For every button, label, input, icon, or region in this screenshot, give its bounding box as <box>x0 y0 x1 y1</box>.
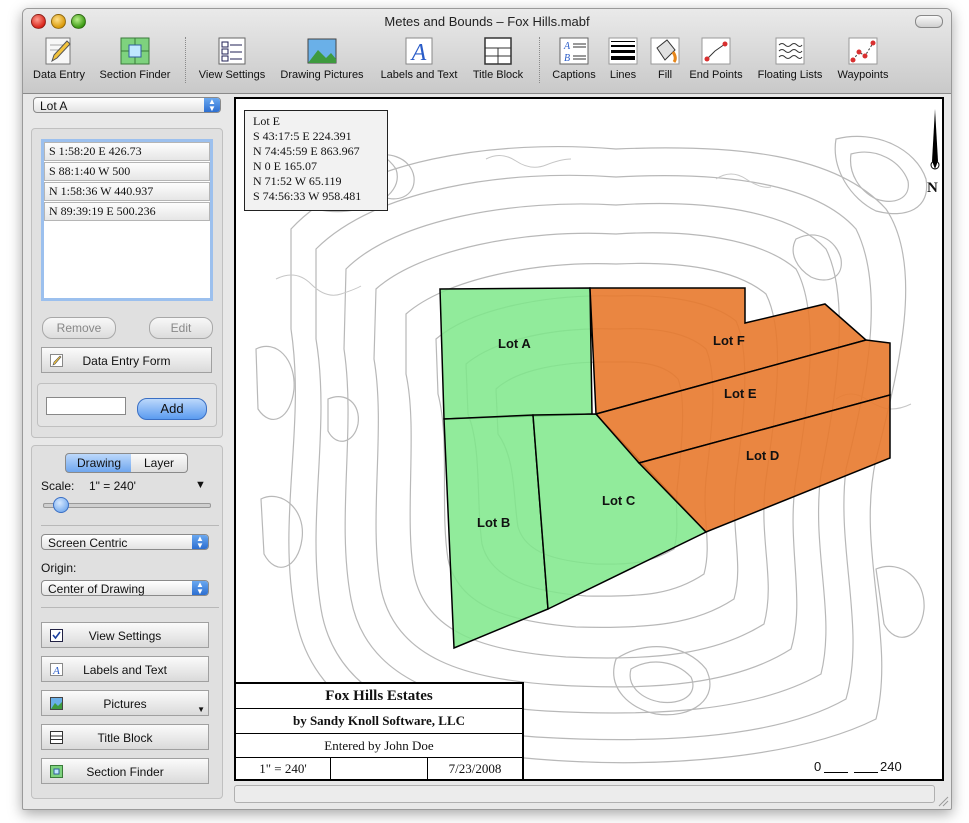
svg-text:A: A <box>410 40 427 66</box>
toolbar-view-settings-button[interactable]: View Settings <box>195 36 269 86</box>
divider <box>41 525 219 526</box>
app-window: Metes and Bounds – Fox Hills.mabf Data E… <box>22 8 952 810</box>
drawing-canvas[interactable]: Lot E S 43:17:5 E 224.391 N 74:45:59 E 8… <box>234 97 944 781</box>
window-title: Metes and Bounds – Fox Hills.mabf <box>384 14 590 29</box>
lines-icon <box>608 37 638 65</box>
chevron-updown-icon: ▲ ▼ <box>204 98 220 113</box>
toolbar-labels-and-text-button[interactable]: A Labels and Text <box>375 36 463 86</box>
resize-grip-icon[interactable] <box>937 795 949 807</box>
add-call-input[interactable] <box>46 397 126 415</box>
lot-f-label: Lot F <box>713 333 745 348</box>
pencil-icon <box>45 37 71 65</box>
toolbar-separator <box>539 37 540 83</box>
scale-slider-thumb[interactable] <box>53 497 69 513</box>
calls-list[interactable]: S 1:58:20 E 426.73 S 88:1:40 W 500 N 1:5… <box>41 139 213 301</box>
data-entry-form-button[interactable]: Data Entry Form <box>41 347 212 373</box>
paint-bucket-icon <box>650 37 680 65</box>
waypoints-icon <box>848 37 878 65</box>
scale-bar-end: 240 <box>880 759 902 774</box>
edit-button[interactable]: Edit <box>149 317 213 339</box>
origin-select[interactable]: Center of Drawing ▲ ▼ <box>41 580 209 596</box>
lot-b-label: Lot B <box>477 515 511 530</box>
tab-drawing[interactable]: Drawing <box>65 453 133 473</box>
lot-c-label: Lot C <box>602 493 636 508</box>
list-item[interactable]: N 1:58:36 W 440.937 <box>44 182 210 201</box>
lot-e-label: Lot E <box>724 386 757 401</box>
lot-b-shape[interactable] <box>443 414 549 650</box>
scale-bar-segment <box>824 772 848 773</box>
lot-d-label: Lot D <box>746 448 780 463</box>
divider <box>41 607 219 608</box>
scale-bar: 0 240 <box>814 759 924 775</box>
end-points-icon <box>701 37 731 65</box>
list-item[interactable]: N 89:39:19 E 500.236 <box>44 202 210 221</box>
view-settings-button[interactable]: View Settings <box>41 622 209 648</box>
title-block-scale: 1" = 240' <box>236 758 331 779</box>
title-block-company: by Sandy Knoll Software, LLC <box>236 709 522 734</box>
toolbar-lines-button[interactable]: Lines <box>607 36 639 86</box>
scale-bar-segment <box>854 772 878 773</box>
checklist-icon <box>218 37 246 65</box>
section-finder-button[interactable]: Section Finder <box>41 758 209 784</box>
remove-button[interactable]: Remove <box>42 317 116 339</box>
scale-value: 1" = 240' <box>89 479 136 493</box>
toolbar-waypoints-button[interactable]: Waypoints <box>833 36 893 86</box>
sidebar: Lot A ▲ ▼ S 1:58:20 E 426.73 S 88:1:40 W … <box>31 95 223 799</box>
scale-bar-start: 0 <box>814 759 822 774</box>
north-label: N <box>927 180 938 196</box>
list-item[interactable]: S 88:1:40 W 500 <box>44 162 210 181</box>
toolbar-section-finder-button[interactable]: Section Finder <box>95 36 175 86</box>
add-button[interactable]: Add <box>137 398 207 420</box>
floating-lists-icon <box>775 37 805 65</box>
toolbar-separator <box>185 37 186 83</box>
callout-line: S 74:56:33 W 958.481 <box>253 189 362 203</box>
chevron-down-icon: ▼ <box>197 705 205 714</box>
scale-label: Scale: <box>41 479 75 493</box>
lot-select[interactable]: Lot A ▲ ▼ <box>33 97 221 113</box>
title-block-title: Fox Hills Estates <box>236 684 522 709</box>
letter-a-icon: A <box>405 37 433 66</box>
callout-line: N 74:45:59 E 863.967 <box>253 144 360 158</box>
toolbar-fill-button[interactable]: Fill <box>647 36 683 86</box>
chevron-updown-icon: ▲ ▼ <box>192 535 208 550</box>
origin-label: Origin: <box>41 561 77 575</box>
scale-menu-icon[interactable]: ▼ <box>195 479 206 491</box>
lot-callout[interactable]: Lot E S 43:17:5 E 224.391 N 74:45:59 E 8… <box>244 110 388 211</box>
status-bar <box>234 785 935 803</box>
labels-and-text-button[interactable]: A Labels and Text <box>41 656 209 682</box>
svg-text:B: B <box>564 53 570 64</box>
toolbar-toggle-button[interactable] <box>915 15 943 28</box>
toolbar-captions-button[interactable]: AB Captions <box>547 36 601 86</box>
lot-a-label: Lot A <box>498 336 531 351</box>
section-finder-icon <box>120 37 150 65</box>
captions-icon: AB <box>559 37 589 65</box>
title-block[interactable]: Fox Hills Estates by Sandy Knoll Softwar… <box>236 682 524 779</box>
title-block-entered-by: Entered by John Doe <box>236 734 522 758</box>
callout-line: N 0 E 165.07 <box>253 159 317 173</box>
title-block-button[interactable]: Title Block <box>41 724 209 750</box>
toolbar-drawing-pictures-button[interactable]: Drawing Pictures <box>275 36 369 86</box>
title-bar: Metes and Bounds – Fox Hills.mabf Data E… <box>23 9 951 94</box>
north-arrow-icon <box>932 109 938 169</box>
pictures-button[interactable]: Pictures ▼ <box>41 690 209 716</box>
view-mode-select[interactable]: Screen Centric ▲ ▼ <box>41 534 209 550</box>
title-block-middle <box>331 758 428 779</box>
toolbar-floating-lists-button[interactable]: Floating Lists <box>751 36 829 86</box>
callout-line: S 43:17:5 E 224.391 <box>253 129 352 143</box>
toolbar-data-entry-button[interactable]: Data Entry <box>29 36 89 86</box>
toolbar-end-points-button[interactable]: End Points <box>687 36 745 86</box>
title-block-date: 7/23/2008 <box>448 761 502 776</box>
tab-layer[interactable]: Layer <box>131 453 188 473</box>
picture-icon <box>307 38 337 64</box>
title-block-icon <box>484 37 512 65</box>
svg-text:A: A <box>563 41 571 52</box>
callout-title: Lot E <box>253 114 280 128</box>
list-item[interactable]: S 1:58:20 E 426.73 <box>44 142 210 161</box>
chevron-updown-icon: ▲ ▼ <box>192 581 208 596</box>
callout-line: N 71:52 W 65.119 <box>253 174 342 188</box>
lot-a-shape[interactable] <box>439 287 593 420</box>
toolbar-title-block-button[interactable]: Title Block <box>469 36 527 86</box>
